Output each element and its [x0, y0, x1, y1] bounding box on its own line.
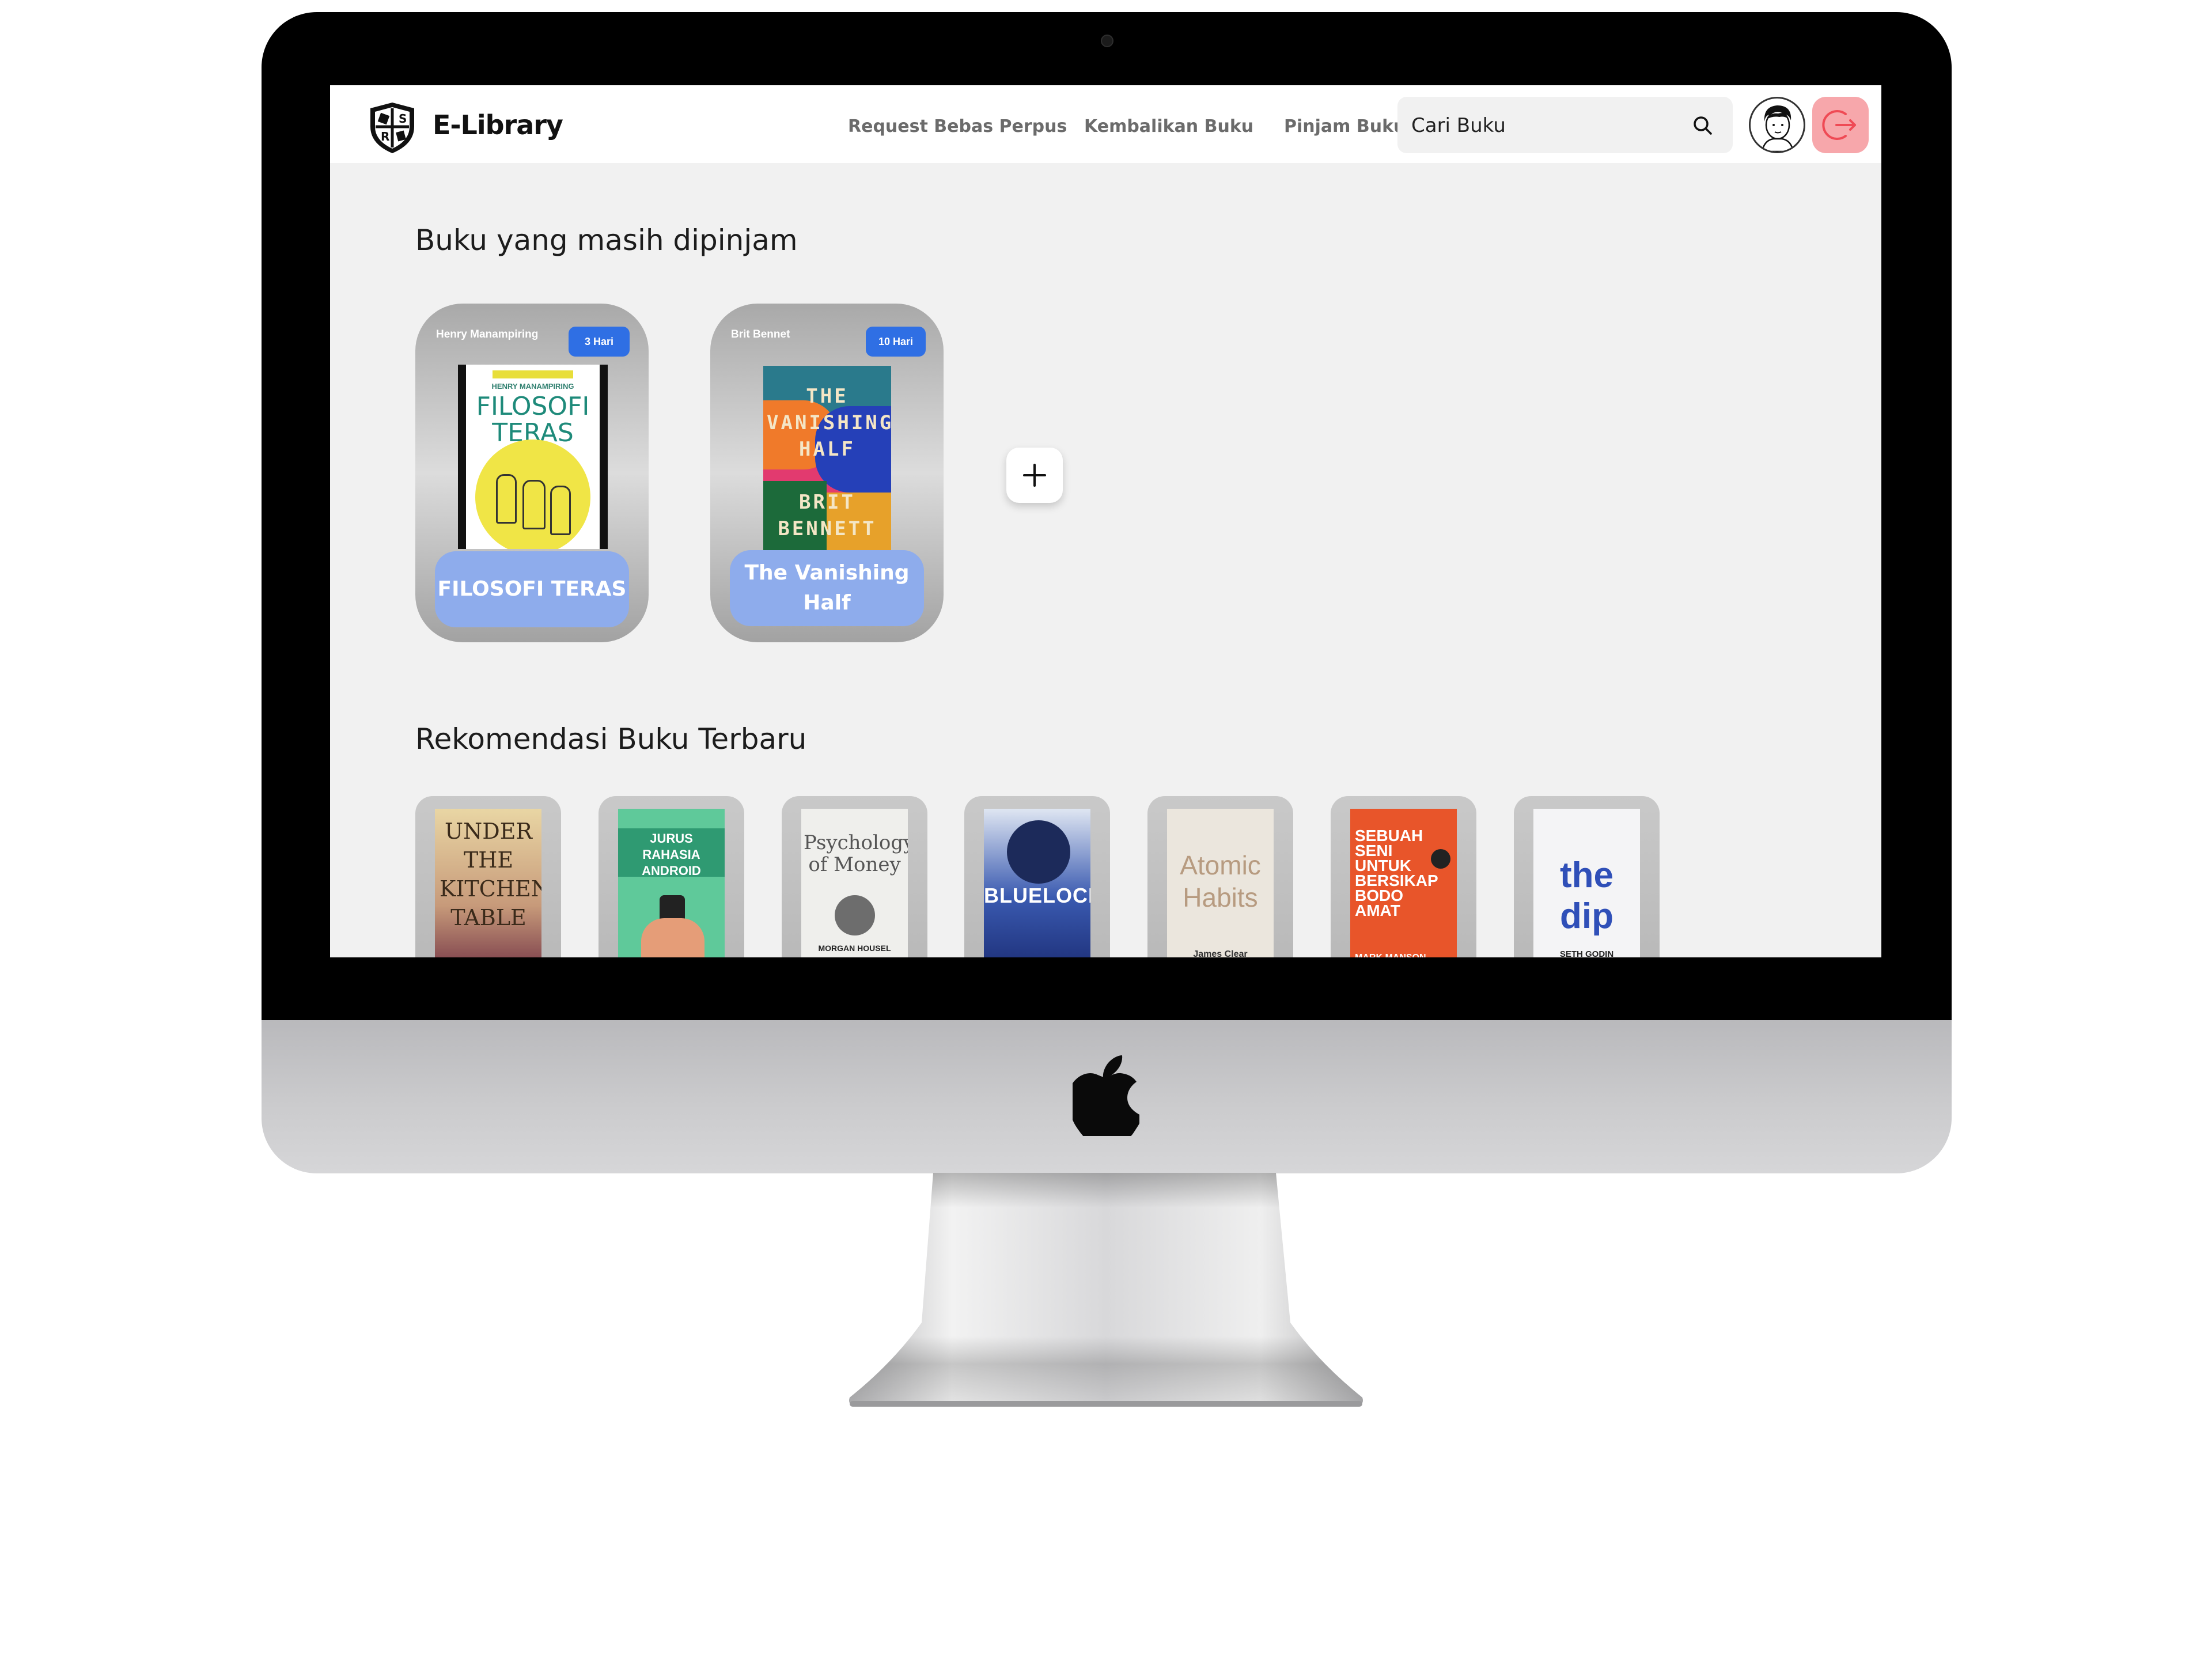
book-cover: Atomic Habits James Clear	[1167, 809, 1274, 957]
book-title-button[interactable]: FILOSOFI TERAS	[435, 551, 629, 627]
book-cover: Psychology of Money MORGAN HOUSEL	[801, 809, 908, 957]
book-author: Henry Manampiring	[436, 328, 539, 340]
days-badge: 10 Hari	[866, 327, 926, 357]
book-cover: BLUELOCK	[984, 809, 1090, 957]
cover-text: BLUELOCK	[984, 884, 1090, 907]
screen: S R E-Library Request Bebas Perpus Kemba…	[330, 85, 1881, 957]
cover-text: JURUS RAHASIA ANDROID	[642, 831, 701, 878]
book-cover: HENRY MANAMPIRING FILOSOFI TERAS	[458, 365, 608, 549]
camera-icon	[1101, 35, 1113, 47]
brand-name: E-Library	[433, 109, 563, 141]
apple-logo-icon	[1073, 1055, 1139, 1136]
cover-text: UNDER THE KITCHEN TABLE	[440, 819, 541, 930]
book-author: Brit Bennet	[731, 328, 790, 340]
nav-pinjam-buku[interactable]: Pinjam Buku	[1284, 116, 1406, 137]
plus-icon	[1023, 464, 1046, 487]
add-book-button[interactable]	[1006, 448, 1063, 503]
recommended-book-card[interactable]: Psychology of Money MORGAN HOUSEL	[782, 796, 927, 957]
navbar: S R E-Library Request Bebas Perpus Kemba…	[330, 85, 1881, 163]
book-cover: THE VANISHING HALF BRIT BENNETT	[763, 366, 891, 552]
search-input[interactable]	[1410, 112, 1677, 139]
recommended-book-card[interactable]: JURUS RAHASIA ANDROID	[599, 796, 744, 957]
logout-icon	[1822, 110, 1856, 140]
cover-title-text: THE VANISHING HALF	[767, 385, 891, 461]
cover-title-text: FILOSOFI TERAS	[476, 392, 590, 448]
book-cover: SEBUAH SENI UNTUK BERSIKAP BODO AMAT MAR…	[1350, 809, 1457, 957]
cover-author: MORGAN HOUSEL	[818, 944, 891, 953]
svg-text:S: S	[399, 112, 407, 126]
search-icon[interactable]	[1691, 114, 1714, 137]
cover-author: James Clear	[1193, 949, 1248, 957]
logout-button[interactable]	[1812, 97, 1869, 153]
search-box	[1397, 97, 1733, 153]
cover-text: SEBUAH SENI UNTUK BERSIKAP BODO AMAT	[1355, 827, 1438, 919]
borrowed-book-card[interactable]: Brit Bennet 10 Hari THE VANISHING HALF B…	[710, 304, 944, 642]
cover-author-text: HENRY MANAMPIRING	[491, 382, 574, 391]
nav-request-bebas-perpus[interactable]: Request Bebas Perpus	[848, 116, 1067, 137]
recommended-book-card[interactable]: UNDER THE KITCHEN TABLE	[415, 796, 561, 957]
book-cover: the dip SETH GODIN	[1533, 809, 1640, 957]
book-cover: JURUS RAHASIA ANDROID	[618, 809, 725, 957]
recommended-book-card[interactable]: Atomic Habits James Clear	[1147, 796, 1293, 957]
recommended-book-card[interactable]: BLUELOCK	[964, 796, 1110, 957]
book-cover: UNDER THE KITCHEN TABLE	[435, 809, 541, 957]
logo-shield-icon[interactable]: S R	[368, 101, 416, 154]
cover-author-text: BRIT BENNETT	[778, 491, 877, 540]
recommended-book-card[interactable]: SEBUAH SENI UNTUK BERSIKAP BODO AMAT MAR…	[1331, 796, 1476, 957]
cover-text: Psychology of Money	[804, 831, 908, 876]
avatar[interactable]	[1749, 97, 1805, 153]
cover-text: Atomic Habits	[1180, 850, 1261, 912]
nav-kembalikan-buku[interactable]: Kembalikan Buku	[1084, 116, 1253, 137]
borrowed-book-card[interactable]: Henry Manampiring 3 Hari HENRY MANAMPIRI…	[415, 304, 649, 642]
svg-text:R: R	[381, 130, 389, 143]
recommended-book-card[interactable]: the dip SETH GODIN	[1514, 796, 1660, 957]
cover-author: MARK MANSON	[1355, 953, 1453, 957]
borrowed-section-title: Buku yang masih dipinjam	[415, 224, 798, 257]
cover-author: SETH GODIN	[1559, 949, 1614, 957]
avatar-icon	[1761, 105, 1794, 151]
recommendation-section-title: Rekomendasi Buku Terbaru	[415, 722, 807, 756]
cover-text: the dip	[1560, 855, 1613, 936]
book-title-button[interactable]: The Vanishing Half	[730, 550, 924, 626]
days-badge: 3 Hari	[569, 327, 630, 357]
monitor-stand	[849, 1173, 1363, 1407]
